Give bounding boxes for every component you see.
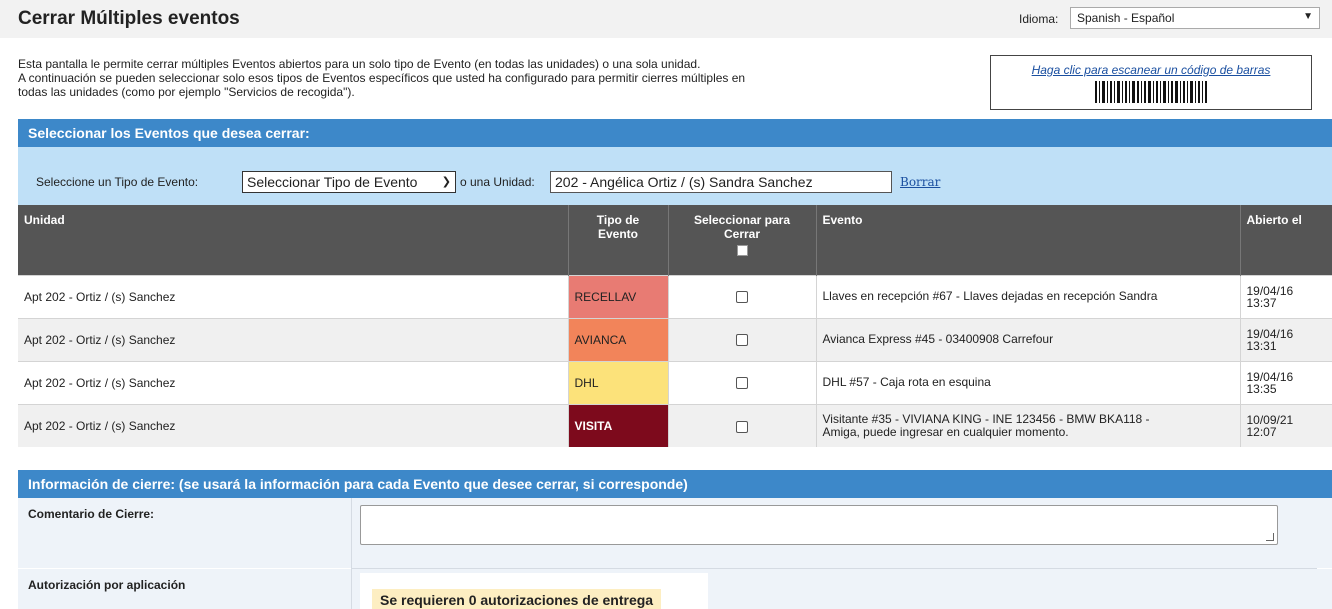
- chevron-down-icon: ▼: [1303, 11, 1313, 22]
- language-select-value: Spanish - Español: [1077, 11, 1175, 25]
- app-authorization-label: Autorización por aplicación: [28, 578, 186, 592]
- row-opened-time: 13:35: [1246, 381, 1277, 396]
- intro-line-1: Esta pantalla le permite cerrar múltiple…: [18, 57, 701, 71]
- row-event-line1: Visitante #35 - VIVIANA KING - INE 12345…: [822, 411, 1150, 426]
- page-title: Cerrar Múltiples eventos: [18, 8, 240, 29]
- row-unit: Apt 202 - Ortiz / (s) Sanchez: [18, 274, 568, 318]
- row-select-cell: [667, 360, 816, 404]
- row-event-type: AVIANCA: [567, 317, 668, 361]
- col-header-unit: Unidad: [18, 205, 568, 275]
- col-header-select-line2: Cerrar: [723, 227, 761, 241]
- row-opened-time: 12:07: [1246, 424, 1277, 439]
- table-row: Apt 202 - Ortiz / (s) Sanchez RECELLAV L…: [18, 274, 1332, 318]
- row-opened: 19/04/16 13:31: [1239, 317, 1332, 361]
- intro-line-2: A continuación se pueden seleccionar sol…: [18, 71, 746, 85]
- table-row: Apt 202 - Ortiz / (s) Sanchez AVIANCA Av…: [18, 317, 1332, 361]
- row-opened: 19/04/16 13:35: [1239, 360, 1332, 404]
- table-row: Apt 202 - Ortiz / (s) Sanchez VISITA Vis…: [18, 403, 1332, 447]
- event-type-select[interactable]: Seleccionar Tipo de Evento ❯: [242, 171, 456, 193]
- col-header-select-line1: Seleccionar para: [693, 213, 791, 227]
- row-opened: 19/04/16 13:37: [1239, 274, 1332, 318]
- col-header-type: Tipo de Evento: [567, 205, 668, 275]
- col-header-type-line1: Tipo de: [596, 213, 640, 227]
- intro-text: Esta pantalla le permite cerrar múltiple…: [18, 57, 878, 99]
- authorization-required-badge: Se requieren 0 autorizaciones de entrega: [372, 589, 662, 609]
- unit-label: o una Unidad:: [460, 175, 535, 189]
- filter-bar: Seleccione un Tipo de Evento: Selecciona…: [18, 147, 1332, 205]
- barcode-scan-box[interactable]: Haga clic para escanear un código de bar…: [990, 55, 1312, 110]
- closing-info-header: Información de cierre: (se usará la info…: [18, 470, 1332, 498]
- row-event: Llaves en recepción #67 - Llaves dejadas…: [815, 274, 1240, 318]
- row-divider: [351, 569, 352, 609]
- row-event: Visitante #35 - VIVIANA KING - INE 12345…: [815, 403, 1240, 447]
- row-divider: [351, 498, 352, 568]
- intro-line-3: todas las unidades (como por ejemplo "Se…: [18, 85, 355, 99]
- closing-comment-textarea[interactable]: [360, 505, 1278, 545]
- row-select-checkbox[interactable]: [736, 420, 748, 433]
- row-select-cell: [667, 317, 816, 361]
- closing-comment-row: Comentario de Cierre:: [18, 498, 1332, 568]
- language-select[interactable]: Spanish - Español ▼: [1070, 7, 1320, 29]
- table-row: Apt 202 - Ortiz / (s) Sanchez DHL DHL #5…: [18, 360, 1332, 404]
- row-select-checkbox[interactable]: [736, 291, 748, 304]
- row-select-cell: [667, 403, 816, 447]
- barcode-icon: [1095, 81, 1207, 103]
- select-events-header: Seleccionar los Eventos que desea cerrar…: [18, 119, 1332, 147]
- resize-grip-icon[interactable]: [1266, 533, 1274, 541]
- app-authorization-row: Autorización por aplicación Se requieren…: [18, 569, 1332, 609]
- closing-comment-label: Comentario de Cierre:: [28, 507, 155, 521]
- table-header-row: Unidad Tipo de Evento Seleccionar para C…: [18, 205, 1332, 275]
- row-select-checkbox[interactable]: [736, 377, 748, 390]
- row-event-type: DHL: [567, 360, 668, 404]
- event-type-label: Seleccione un Tipo de Evento:: [36, 175, 199, 189]
- chevron-down-icon: ❯: [441, 176, 451, 188]
- row-opened-time: 13:37: [1246, 295, 1277, 310]
- row-select-checkbox[interactable]: [736, 334, 748, 347]
- row-opened: 10/09/21 12:07: [1239, 403, 1332, 447]
- top-bar: Cerrar Múltiples eventos Idioma: Spanish…: [0, 0, 1332, 38]
- col-header-event: Evento: [815, 205, 1240, 275]
- col-header-opened: Abierto el: [1239, 205, 1332, 275]
- row-event: DHL #57 - Caja rota en esquina: [815, 360, 1240, 404]
- row-unit: Apt 202 - Ortiz / (s) Sanchez: [18, 317, 568, 361]
- events-table: Unidad Tipo de Evento Seleccionar para C…: [18, 205, 1332, 447]
- select-all-checkbox[interactable]: [736, 245, 748, 256]
- authorization-box: Se requieren 0 autorizaciones de entrega: [360, 573, 708, 609]
- clear-link[interactable]: Borrar: [900, 175, 940, 189]
- row-unit: Apt 202 - Ortiz / (s) Sanchez: [18, 360, 568, 404]
- row-event-type: VISITA: [567, 403, 668, 447]
- scan-barcode-link[interactable]: Haga clic para escanear un código de bar…: [991, 63, 1311, 77]
- col-header-select: Seleccionar para Cerrar: [667, 205, 816, 275]
- col-header-type-line2: Evento: [597, 227, 638, 241]
- row-unit: Apt 202 - Ortiz / (s) Sanchez: [18, 403, 568, 447]
- language-label: Idioma:: [1019, 12, 1059, 26]
- unit-input[interactable]: [550, 171, 892, 193]
- event-type-select-value: Seleccionar Tipo de Evento: [247, 174, 418, 190]
- row-event-line2: Amiga, puede ingresar en cualquier momen…: [822, 424, 1069, 439]
- row-opened-time: 13:31: [1246, 338, 1277, 353]
- row-select-cell: [667, 274, 816, 318]
- row-event: Avianca Express #45 - 03400908 Carrefour: [815, 317, 1240, 361]
- row-event-type: RECELLAV: [567, 274, 668, 318]
